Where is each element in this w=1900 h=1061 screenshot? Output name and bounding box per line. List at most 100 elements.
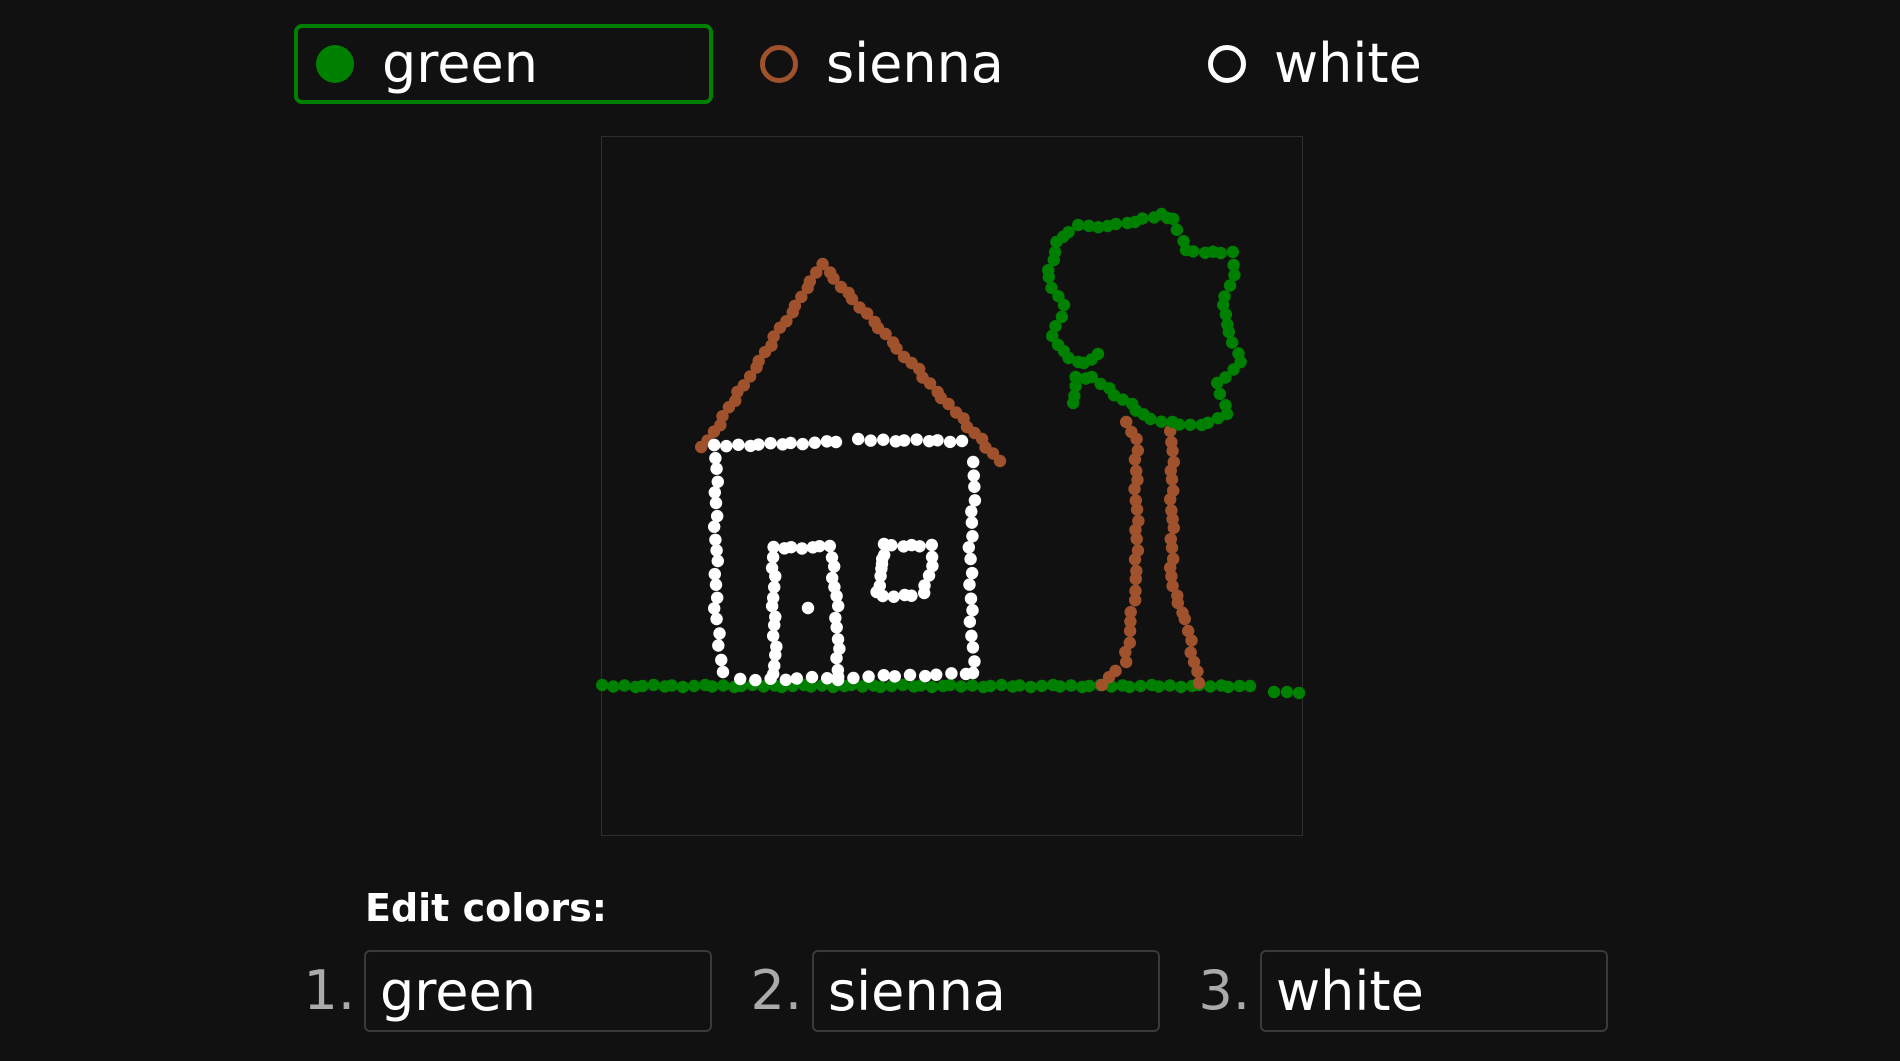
drawing-app: green sienna white Edit colors: 1. 2. 3.: [0, 0, 1900, 1061]
house-walls-dot: [943, 435, 957, 449]
tree-trunk-left-dot: [1130, 432, 1143, 446]
house-walls-dot: [965, 516, 979, 529]
house-walls-dot: [708, 486, 721, 499]
house-walls-dot: [966, 604, 979, 617]
tree-trunk-left: [1095, 415, 1145, 692]
ground-dot: [687, 679, 701, 693]
ground-dot: [1152, 680, 1165, 693]
house-window-dot: [925, 538, 938, 552]
house-walls-dot: [821, 672, 834, 685]
house-door-dot: [801, 601, 815, 615]
house-walls-dot: [962, 541, 976, 554]
house-walls-dot: [963, 615, 977, 628]
ground-dot: [966, 679, 979, 692]
house-window-dot: [925, 550, 939, 564]
house-walls-dot: [715, 653, 728, 667]
ground-dot: [1174, 680, 1188, 694]
ground-dot: [925, 680, 939, 694]
ground-dot: [1267, 685, 1281, 699]
color-option-sienna[interactable]: sienna: [760, 24, 1180, 104]
house-walls-dot: [708, 567, 721, 581]
tree-trunk-right-dot: [1165, 541, 1179, 554]
tree-trunk-right-dot: [1164, 493, 1177, 506]
tree-trunk-right-dot: [1165, 473, 1179, 486]
house-door-dot: [770, 640, 783, 653]
house-door-dot: [832, 599, 845, 613]
tree-trunk-left-dot: [1123, 624, 1137, 638]
tree-crown-dot: [1199, 246, 1212, 259]
house-walls-dot: [764, 436, 777, 450]
house-walls-dot: [732, 438, 745, 451]
tree-trunk-right-dot: [1178, 612, 1191, 626]
color-field-number: 2.: [750, 959, 802, 1022]
tree-crown-dot: [1219, 398, 1232, 412]
ground-dot: [665, 679, 678, 692]
house-walls-dot: [964, 552, 977, 566]
ground-dot: [1222, 680, 1235, 694]
house-walls-dot: [784, 436, 797, 450]
house-walls-dot: [847, 671, 860, 685]
ground-dot: [607, 680, 620, 693]
house-door-dot: [830, 621, 843, 634]
house-door-dot: [768, 659, 781, 672]
house-walls-dot: [710, 612, 723, 626]
color-input-3[interactable]: [1260, 950, 1608, 1032]
house-door-dot: [784, 540, 798, 554]
radio-empty-icon: [1208, 45, 1246, 83]
tree-crown: [1042, 207, 1247, 432]
radio-empty-icon: [760, 45, 798, 83]
ground-dot: [1292, 686, 1306, 700]
ground-dot: [1013, 679, 1026, 692]
ground-dot: [618, 679, 631, 692]
house-walls-dot: [790, 672, 803, 685]
house-walls-dot: [829, 435, 843, 449]
tree-trunk-right-dot: [1166, 444, 1179, 458]
tree-crown-dot: [1091, 347, 1105, 361]
color-input-2[interactable]: [812, 950, 1160, 1032]
tree-crown-dot: [1218, 290, 1231, 303]
ground-dot: [717, 679, 730, 692]
color-option-white[interactable]: white: [1208, 24, 1628, 104]
house-walls-dot: [752, 438, 765, 451]
tree-trunk-right-dot: [1191, 665, 1204, 678]
house-walls-dot: [708, 520, 721, 533]
color-option-green[interactable]: green: [294, 24, 713, 104]
house-window-dot: [897, 540, 910, 553]
house-window-dot: [876, 589, 889, 603]
ground-dot: [943, 678, 957, 692]
ground-dot: [1280, 685, 1294, 699]
tree-crown-dot: [1225, 336, 1239, 349]
house-window-dot: [905, 589, 918, 602]
ground-dot: [1024, 680, 1037, 694]
tree-crown-dot: [1227, 258, 1240, 272]
house-walls-dot: [716, 665, 730, 679]
house-window-dot: [887, 590, 900, 603]
edit-colors-heading: Edit colors:: [365, 886, 607, 930]
house-walls-dot: [968, 655, 981, 668]
tree-crown-dot: [1184, 418, 1197, 431]
house-walls-dot: [930, 668, 943, 681]
tree-crown-dot: [1144, 412, 1157, 426]
house-walls-dot: [919, 669, 932, 683]
ground-dot: [1243, 679, 1257, 693]
house-walls-dot: [711, 591, 724, 604]
tree-crown-dot: [1213, 387, 1227, 401]
ground-dot: [1123, 680, 1136, 694]
house-door-dot: [767, 540, 780, 554]
drawing-canvas[interactable]: [596, 136, 1306, 836]
house-walls-dot: [709, 578, 723, 591]
ground-dot: [995, 678, 1008, 692]
tree-crown-dot: [1226, 245, 1239, 259]
house-walls-dot: [710, 544, 723, 557]
house-walls-dot: [713, 627, 726, 640]
color-field-number: 3.: [1198, 959, 1250, 1022]
tree-crown-dot: [1082, 219, 1096, 233]
house-door-dot: [766, 629, 780, 643]
color-input-1[interactable]: [364, 950, 712, 1032]
house-walls-dot: [808, 436, 821, 449]
tree-crown-dot: [1170, 223, 1184, 237]
house-walls-dot: [959, 667, 973, 681]
ground-dot: [1163, 679, 1177, 692]
house-walls-dot: [709, 496, 723, 510]
house-walls-dot: [864, 434, 877, 447]
